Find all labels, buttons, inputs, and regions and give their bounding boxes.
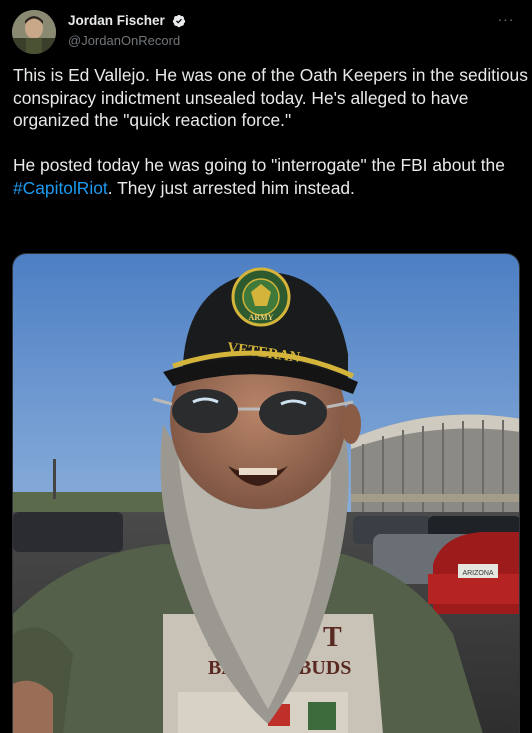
display-name[interactable]: Jordan Fischer xyxy=(68,13,165,28)
shirt-text-2: T xyxy=(323,622,342,653)
tweet-header: Jordan Fischer @JordanOnRecord ··· xyxy=(12,8,520,54)
avatar[interactable] xyxy=(12,10,56,54)
author-info: Jordan Fischer @JordanOnRecord xyxy=(68,12,186,48)
license-plate-text: ARIZONA xyxy=(462,570,493,577)
cap-emblem-text: ARMY xyxy=(249,313,274,322)
tweet-paragraph-1: This is Ed Vallejo. He was one of the Oa… xyxy=(13,65,528,131)
more-options-icon[interactable]: ··· xyxy=(496,12,516,26)
photo-illustration: ARIZONA HO T BAT BUDS VETERAN xyxy=(13,254,519,733)
hashtag-link[interactable]: #CapitolRiot xyxy=(13,178,108,198)
tweet-text-segment: . They just arrested him instead. xyxy=(107,177,355,198)
verified-badge-icon xyxy=(173,14,186,27)
tweet-photo[interactable]: ARIZONA HO T BAT BUDS VETERAN xyxy=(12,253,520,733)
tweet-text: This is Ed Vallejo. He was one of the Oa… xyxy=(13,64,528,200)
tweet-paragraph-2: He posted today he was going to "interro… xyxy=(13,154,528,199)
handle[interactable]: @JordanOnRecord xyxy=(68,33,186,48)
tweet-text-segment: He posted today he was going to "interro… xyxy=(13,155,505,176)
